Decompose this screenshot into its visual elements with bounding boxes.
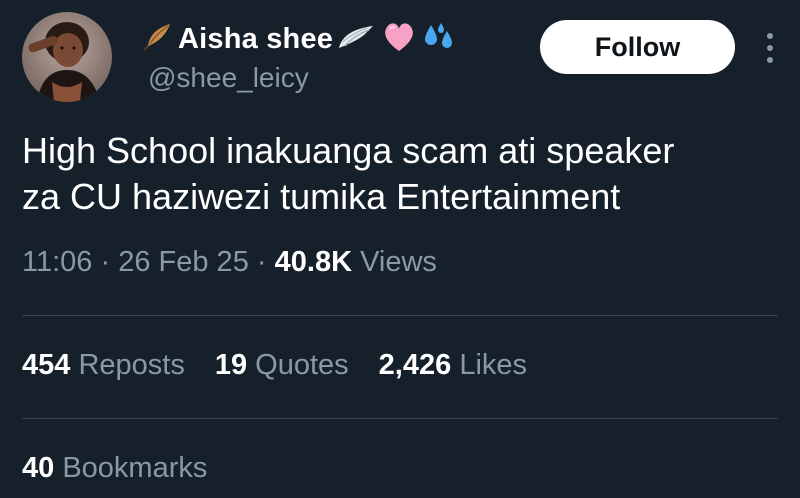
feather-icon <box>140 20 174 59</box>
sweat-droplets-icon <box>421 21 457 58</box>
likes-stat[interactable]: 2,426 Likes <box>379 349 527 382</box>
reposts-stat[interactable]: 454 Reposts <box>22 349 185 382</box>
author-name-row[interactable]: Aisha shee <box>140 16 457 62</box>
engagement-stats: 454 Reposts 19 Quotes 2,426 Likes <box>22 349 527 382</box>
more-options-icon[interactable] <box>764 30 776 66</box>
wing-icon <box>337 22 377 57</box>
divider <box>22 418 778 419</box>
divider <box>22 315 778 316</box>
reposts-label: Reposts <box>78 349 185 381</box>
quotes-stat[interactable]: 19 Quotes <box>215 349 349 382</box>
tweet-text-line: High School inakuanga scam ati speaker <box>22 130 675 171</box>
display-name: Aisha shee <box>178 22 334 55</box>
quotes-count: 19 <box>214 349 248 381</box>
likes-count: 2,426 <box>378 349 452 381</box>
tweet-meta: 11:06 · 26 Feb 25 · 40.8K Views <box>22 246 437 279</box>
author-handle[interactable]: @shee_leicy <box>148 62 309 94</box>
views-label: Views <box>360 246 437 278</box>
likes-label: Likes <box>459 349 528 381</box>
bookmarks-label: Bookmarks <box>62 452 208 484</box>
separator-dot: · <box>100 246 111 278</box>
bookmarks-count: 40 <box>22 452 55 484</box>
quotes-label: Quotes <box>255 349 349 381</box>
tweet-text: High School inakuanga scam ati speaker z… <box>22 128 782 220</box>
pink-heart-icon <box>381 21 417 58</box>
separator-dot: · <box>256 246 267 278</box>
tweet-time[interactable]: 11:06 <box>22 246 92 278</box>
tweet-date[interactable]: 26 Feb 25 <box>118 246 249 278</box>
bookmarks-stat[interactable]: 40 Bookmarks <box>22 452 207 485</box>
views-count: 40.8K <box>274 246 353 278</box>
tweet-text-line: za CU haziwezi tumika Entertainment <box>22 176 621 217</box>
avatar[interactable] <box>22 12 112 102</box>
reposts-count: 454 <box>22 349 71 381</box>
follow-button[interactable]: Follow <box>540 20 735 74</box>
